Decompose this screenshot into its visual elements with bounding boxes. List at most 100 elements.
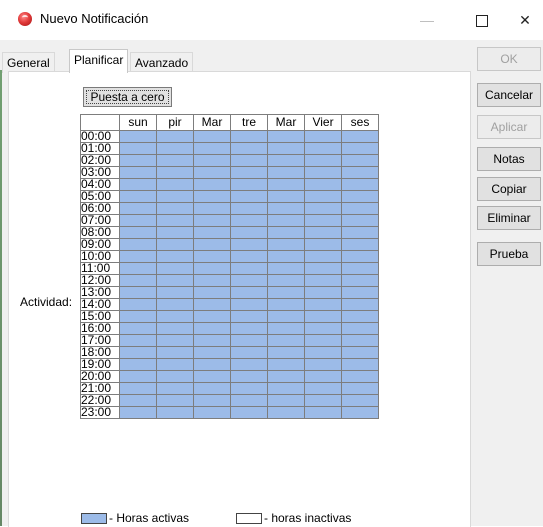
schedule-cell[interactable] [341, 250, 379, 263]
schedule-cell[interactable] [156, 274, 194, 287]
schedule-cell[interactable] [267, 154, 305, 167]
hour-label[interactable]: 10:00 [80, 250, 120, 263]
schedule-cell[interactable] [267, 130, 305, 143]
delete-button[interactable]: Eliminar [477, 206, 541, 230]
schedule-cell[interactable] [267, 202, 305, 215]
schedule-cell[interactable] [119, 334, 157, 347]
schedule-cell[interactable] [193, 130, 231, 143]
schedule-cell[interactable] [304, 370, 342, 383]
schedule-cell[interactable] [119, 394, 157, 407]
day-header[interactable]: pir [156, 114, 194, 131]
tab-general[interactable]: General [2, 52, 55, 73]
schedule-cell[interactable] [341, 166, 379, 179]
schedule-cell[interactable] [119, 238, 157, 251]
schedule-cell[interactable] [230, 298, 268, 311]
schedule-cell[interactable] [304, 358, 342, 371]
schedule-cell[interactable] [267, 274, 305, 287]
cancel-button[interactable]: Cancelar [477, 83, 541, 107]
schedule-cell[interactable] [267, 286, 305, 299]
schedule-cell[interactable] [267, 298, 305, 311]
notes-button[interactable]: Notas [477, 147, 541, 171]
schedule-cell[interactable] [230, 370, 268, 383]
schedule-cell[interactable] [304, 202, 342, 215]
hour-label[interactable]: 17:00 [80, 334, 120, 347]
schedule-cell[interactable] [304, 190, 342, 203]
schedule-cell[interactable] [267, 166, 305, 179]
schedule-cell[interactable] [119, 406, 157, 419]
schedule-cell[interactable] [267, 250, 305, 263]
schedule-cell[interactable] [119, 178, 157, 191]
schedule-cell[interactable] [193, 298, 231, 311]
schedule-cell[interactable] [156, 298, 194, 311]
schedule-cell[interactable] [156, 382, 194, 395]
schedule-cell[interactable] [193, 370, 231, 383]
schedule-cell[interactable] [341, 142, 379, 155]
schedule-cell[interactable] [341, 274, 379, 287]
schedule-cell[interactable] [119, 382, 157, 395]
ok-button[interactable]: OK [477, 47, 541, 71]
schedule-cell[interactable] [193, 250, 231, 263]
schedule-cell[interactable] [119, 226, 157, 239]
schedule-cell[interactable] [230, 334, 268, 347]
schedule-cell[interactable] [304, 178, 342, 191]
hour-label[interactable]: 03:00 [80, 166, 120, 179]
schedule-cell[interactable] [156, 406, 194, 419]
schedule-cell[interactable] [193, 334, 231, 347]
schedule-cell[interactable] [304, 286, 342, 299]
schedule-cell[interactable] [193, 406, 231, 419]
schedule-cell[interactable] [193, 358, 231, 371]
schedule-cell[interactable] [119, 346, 157, 359]
hour-label[interactable]: 04:00 [80, 178, 120, 191]
schedule-cell[interactable] [119, 142, 157, 155]
schedule-cell[interactable] [230, 202, 268, 215]
schedule-cell[interactable] [341, 406, 379, 419]
schedule-cell[interactable] [193, 322, 231, 335]
schedule-cell[interactable] [267, 322, 305, 335]
schedule-cell[interactable] [341, 382, 379, 395]
schedule-cell[interactable] [119, 274, 157, 287]
schedule-cell[interactable] [156, 370, 194, 383]
day-header[interactable]: Mar [267, 114, 305, 131]
schedule-cell[interactable] [193, 202, 231, 215]
schedule-cell[interactable] [267, 382, 305, 395]
tab-avanzado[interactable]: Avanzado [130, 52, 194, 73]
schedule-cell[interactable] [341, 358, 379, 371]
schedule-cell[interactable] [304, 274, 342, 287]
schedule-cell[interactable] [193, 262, 231, 275]
copy-button[interactable]: Copiar [477, 177, 541, 201]
schedule-cell[interactable] [193, 382, 231, 395]
schedule-cell[interactable] [341, 322, 379, 335]
schedule-cell[interactable] [156, 334, 194, 347]
schedule-cell[interactable] [193, 394, 231, 407]
schedule-cell[interactable] [193, 154, 231, 167]
schedule-cell[interactable] [193, 142, 231, 155]
maximize-button[interactable] [459, 0, 505, 40]
schedule-cell[interactable] [230, 346, 268, 359]
hour-label[interactable]: 14:00 [80, 298, 120, 311]
test-button[interactable]: Prueba [477, 242, 541, 266]
day-header[interactable]: Mar [193, 114, 231, 131]
schedule-cell[interactable] [230, 214, 268, 227]
schedule-cell[interactable] [304, 214, 342, 227]
hour-label[interactable]: 20:00 [80, 370, 120, 383]
schedule-cell[interactable] [156, 178, 194, 191]
schedule-cell[interactable] [230, 250, 268, 263]
schedule-cell[interactable] [230, 406, 268, 419]
schedule-cell[interactable] [230, 178, 268, 191]
schedule-cell[interactable] [230, 310, 268, 323]
hour-label[interactable]: 16:00 [80, 322, 120, 335]
schedule-cell[interactable] [119, 298, 157, 311]
hour-label[interactable]: 08:00 [80, 226, 120, 239]
schedule-cell[interactable] [156, 214, 194, 227]
hour-label[interactable]: 11:00 [80, 262, 120, 275]
schedule-cell[interactable] [193, 286, 231, 299]
tab-planificar[interactable]: Planificar [69, 49, 129, 73]
schedule-cell[interactable] [341, 262, 379, 275]
close-button[interactable]: ✕ [507, 0, 543, 40]
schedule-cell[interactable] [341, 178, 379, 191]
schedule-cell[interactable] [341, 226, 379, 239]
schedule-cell[interactable] [341, 214, 379, 227]
schedule-cell[interactable] [341, 346, 379, 359]
schedule-cell[interactable] [230, 142, 268, 155]
schedule-cell[interactable] [156, 286, 194, 299]
